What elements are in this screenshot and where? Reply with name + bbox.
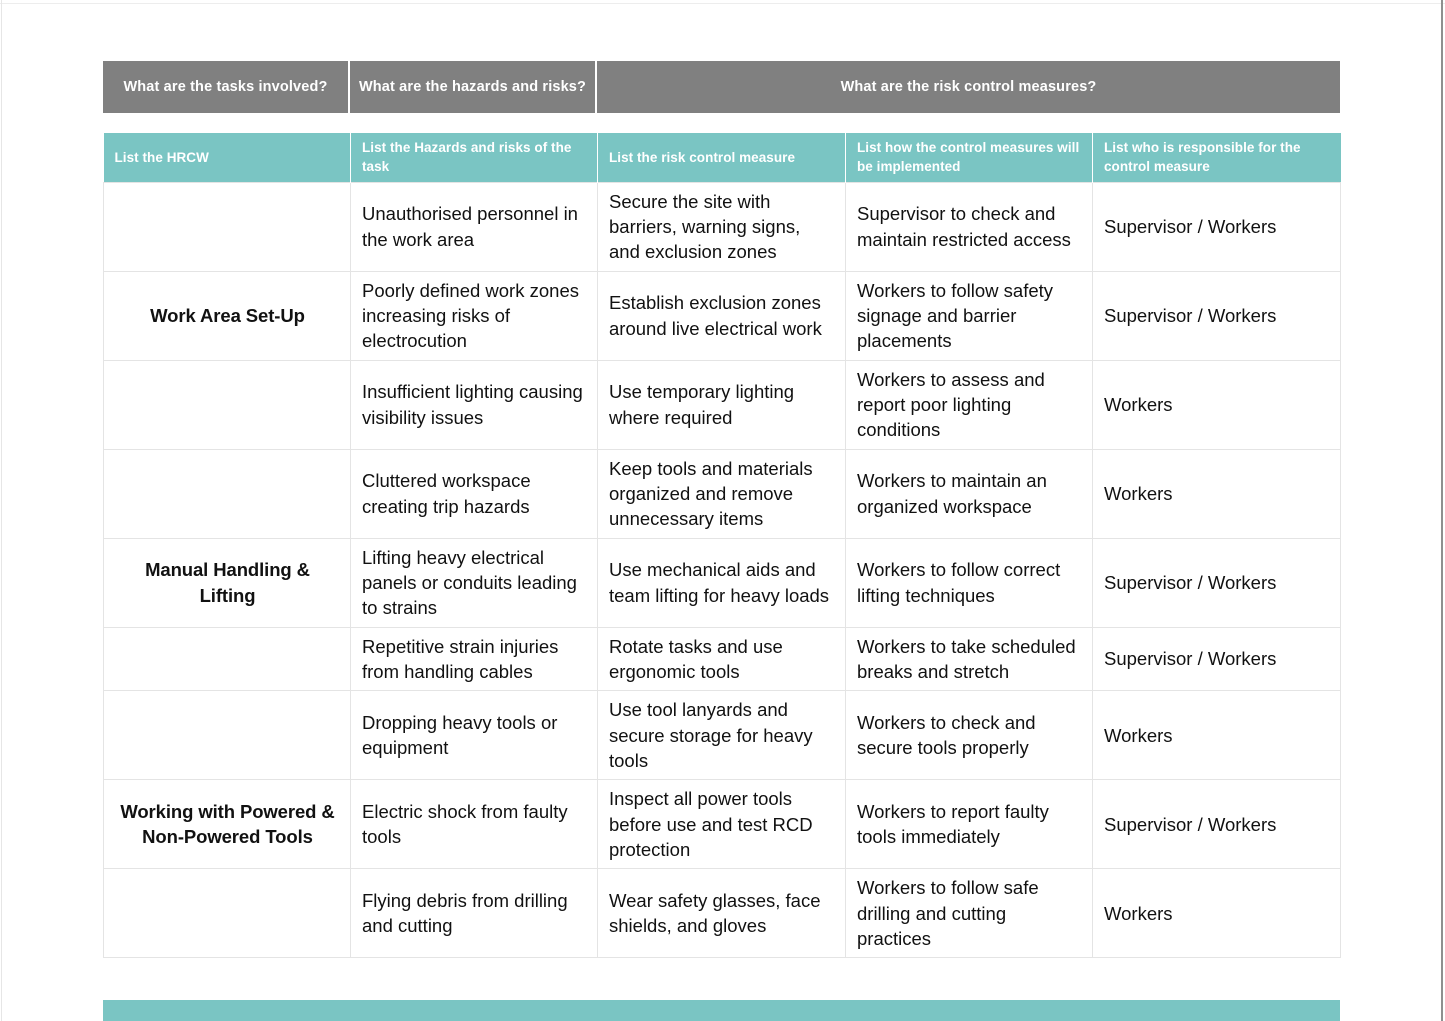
cell-hrcw (103, 626, 351, 692)
cell-implementation: Workers to assess and report poor lighti… (845, 359, 1093, 450)
risk-assessment-table-wrapper: List the HRCW List the Hazards and risks… (103, 133, 1341, 959)
cell-implementation: Workers to follow correct lifting techni… (845, 537, 1093, 628)
table-row: Repetitive strain injuries from handling… (103, 626, 1341, 692)
table-row: Work Area Set-Up Poorly defined work zone… (103, 270, 1341, 361)
cell-implementation: Workers to follow safe drilling and cutt… (845, 868, 1093, 959)
table-row: Cluttered workspace creating trip hazard… (103, 448, 1341, 539)
column-header-hrcw: List the HRCW (103, 133, 351, 182)
cell-implementation: Workers to report faulty tools immediate… (845, 779, 1093, 870)
column-header-responsible: List who is responsible for the control … (1092, 133, 1341, 182)
cell-hrcw (103, 690, 351, 781)
column-header-row: List the HRCW List the Hazards and risks… (103, 133, 1341, 182)
super-header-controls: What are the risk control measures? (597, 61, 1340, 113)
cell-hazard: Poorly defined work zones increasing ris… (350, 270, 598, 361)
document-page: What are the tasks involved? What are th… (0, 0, 1445, 1021)
cell-hrcw: Manual Handling & Lifting (103, 537, 351, 628)
cell-hrcw (103, 868, 351, 959)
cell-responsible: Workers (1092, 690, 1341, 781)
cell-hrcw (103, 359, 351, 450)
cell-hazard: Dropping heavy tools or equipment (350, 690, 598, 781)
table-row: Insufficient lighting causing visibility… (103, 359, 1341, 450)
cell-control-measure: Wear safety glasses, face shields, and g… (597, 868, 846, 959)
table-row: Manual Handling & Lifting Lifting heavy e… (103, 537, 1341, 628)
cell-hrcw (103, 181, 351, 272)
table-row: Dropping heavy tools or equipment Use too… (103, 690, 1341, 781)
page-left-rule (1, 0, 2, 1021)
table-body: Unauthorised personnel in the work area S… (103, 181, 1341, 959)
cell-control-measure: Use temporary lighting where required (597, 359, 846, 450)
column-header-hazards: List the Hazards and risks of the task (350, 133, 598, 182)
cell-responsible: Workers (1092, 868, 1341, 959)
cell-hazard: Flying debris from drilling and cutting (350, 868, 598, 959)
table-row: Unauthorised personnel in the work area S… (103, 181, 1341, 272)
cell-hazard: Lifting heavy electrical panels or condu… (350, 537, 598, 628)
cell-hazard: Insufficient lighting causing visibility… (350, 359, 598, 450)
next-section-header-strip (103, 1000, 1340, 1021)
risk-assessment-table: List the HRCW List the Hazards and risks… (103, 133, 1341, 959)
super-header-tasks: What are the tasks involved? (103, 61, 350, 113)
cell-responsible: Supervisor / Workers (1092, 270, 1341, 361)
cell-hrcw: Work Area Set-Up (103, 270, 351, 361)
cell-hazard: Cluttered workspace creating trip hazard… (350, 448, 598, 539)
cell-hrcw (103, 448, 351, 539)
cell-hazard: Repetitive strain injuries from handling… (350, 626, 598, 692)
cell-hazard: Unauthorised personnel in the work area (350, 181, 598, 272)
table-head: List the HRCW List the Hazards and risks… (103, 133, 1341, 182)
cell-hazard: Electric shock from faulty tools (350, 779, 598, 870)
cell-responsible: Supervisor / Workers (1092, 537, 1341, 628)
cell-control-measure: Use tool lanyards and secure storage for… (597, 690, 846, 781)
cell-responsible: Supervisor / Workers (1092, 181, 1341, 272)
cell-hrcw: Working with Powered & Non-Powered Tools (103, 779, 351, 870)
cell-responsible: Workers (1092, 359, 1341, 450)
cell-implementation: Workers to maintain an organized workspa… (845, 448, 1093, 539)
column-header-control-measure: List the risk control measure (597, 133, 846, 182)
cell-control-measure: Rotate tasks and use ergonomic tools (597, 626, 846, 692)
super-header-row: What are the tasks involved? What are th… (103, 61, 1340, 113)
cell-responsible: Supervisor / Workers (1092, 626, 1341, 692)
cell-implementation: Workers to check and secure tools proper… (845, 690, 1093, 781)
cell-responsible: Workers (1092, 448, 1341, 539)
cell-control-measure: Establish exclusion zones around live el… (597, 270, 846, 361)
column-header-implementation: List how the control measures will be im… (845, 133, 1093, 182)
table-row: Working with Powered & Non-Powered Tools… (103, 779, 1341, 870)
page-top-rule (0, 3, 1445, 4)
cell-control-measure: Use mechanical aids and team lifting for… (597, 537, 846, 628)
cell-implementation: Workers to follow safety signage and bar… (845, 270, 1093, 361)
cell-implementation: Workers to take scheduled breaks and str… (845, 626, 1093, 692)
cell-implementation: Supervisor to check and maintain restric… (845, 181, 1093, 272)
cell-control-measure: Inspect all power tools before use and t… (597, 779, 846, 870)
super-header-hazards: What are the hazards and risks? (350, 61, 597, 113)
cell-control-measure: Secure the site with barriers, warning s… (597, 181, 846, 272)
cell-control-measure: Keep tools and materials organized and r… (597, 448, 846, 539)
table-row: Flying debris from drilling and cutting W… (103, 868, 1341, 959)
page-right-rule (1441, 0, 1443, 1021)
cell-responsible: Supervisor / Workers (1092, 779, 1341, 870)
